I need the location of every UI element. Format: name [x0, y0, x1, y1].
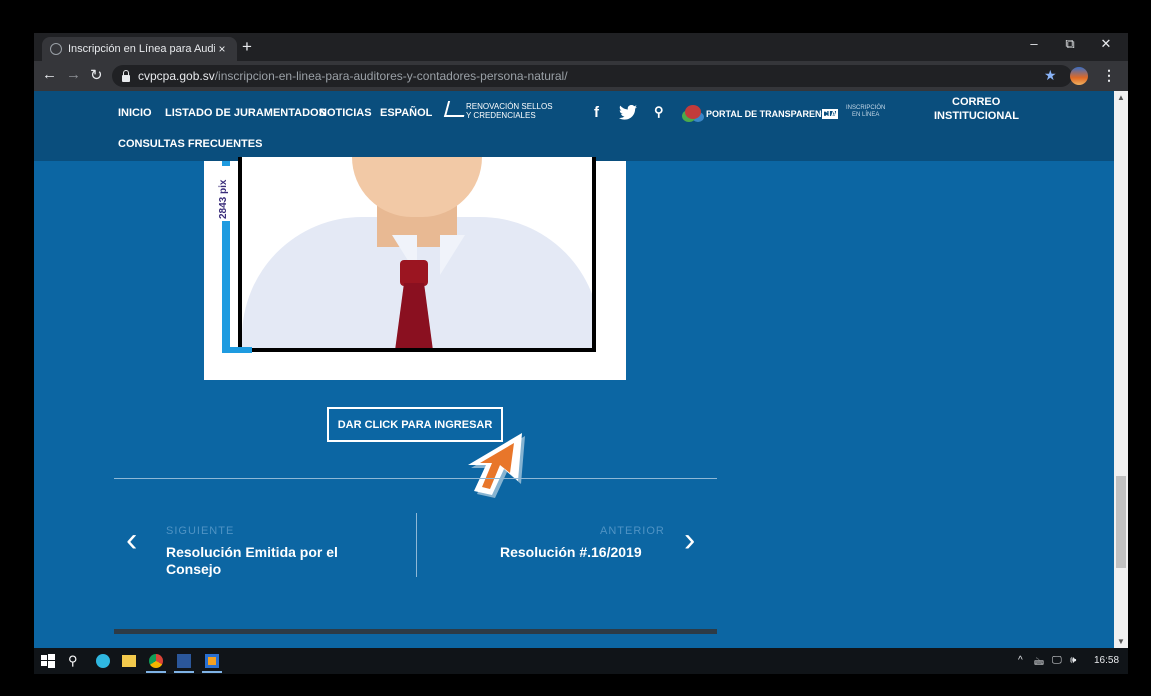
chrome-icon[interactable] [149, 654, 163, 668]
edge-icon[interactable] [96, 654, 110, 668]
nav-noticias[interactable]: NOTICIAS [319, 107, 372, 119]
tie-knot [400, 260, 428, 286]
photo-frame [238, 157, 596, 352]
browser-toolbar: ← → ↻ cvpcpa.gob.sv/inscripcion-en-linea… [34, 61, 1128, 91]
search-icon[interactable]: ⚲ [654, 104, 664, 120]
twitter-icon[interactable] [619, 105, 637, 120]
next-post-title[interactable]: Resolución Emitida por el Consejo [166, 544, 376, 578]
nav-inscripcion-line2[interactable]: EN LÍNEA [852, 112, 879, 119]
browser-tabstrip: Inscripción en Línea para Auditor × + – … [34, 33, 1128, 61]
url-path: /inscripcion-en-linea-para-auditores-y-c… [214, 69, 568, 83]
bookmark-star-icon[interactable]: ★ [1044, 67, 1057, 84]
collar-right [440, 235, 495, 275]
nav-renovacion-line2[interactable]: Y CREDENCIALES [466, 111, 536, 120]
nav-consultas[interactable]: CONSULTAS FRECUENTES [118, 138, 262, 150]
dimension-label: 2843 pix [218, 166, 234, 221]
pointer-arrow-icon [468, 433, 525, 498]
word-active-indicator [174, 671, 194, 673]
chrome-active-indicator [146, 671, 166, 673]
content-bottom-bar [114, 629, 717, 634]
nav-idioma[interactable]: ESPAÑOL [380, 107, 432, 119]
word-icon[interactable] [177, 654, 191, 668]
nav-inscripcion-line1[interactable]: INSCRIPCIÓN [846, 105, 885, 112]
address-bar[interactable]: cvpcpa.gob.sv/inscripcion-en-linea-para-… [112, 65, 1072, 87]
nav-renovacion-line1[interactable]: RENOVACIÓN SELLOS [466, 102, 553, 111]
clock-time[interactable]: 16:58 [1094, 655, 1119, 666]
volume-icon[interactable]: 🕪 [1070, 655, 1076, 666]
nav-correo-line2[interactable]: INSTITUCIONAL [934, 110, 1019, 122]
tab-favicon-icon [50, 43, 62, 55]
post-nav-divider [416, 513, 417, 577]
search-taskbar-icon[interactable]: ⚲ [68, 653, 84, 669]
forward-arrow-icon[interactable]: → [66, 66, 81, 83]
nav-juramentados[interactable]: LISTADO DE JURAMENTADOS [165, 107, 326, 119]
scroll-down-arrow-icon[interactable]: ▼ [1117, 637, 1125, 646]
transparencia-icon [685, 105, 701, 119]
reload-icon[interactable]: ↻ [90, 66, 103, 84]
tray-chevron-icon[interactable]: ^ [1018, 655, 1023, 666]
scroll-thumb[interactable] [1116, 476, 1126, 568]
prev-post-label: ANTERIOR [600, 525, 665, 537]
site-header: INICIO LISTADO DE JURAMENTADOS NOTICIAS … [34, 91, 1114, 161]
media-app-icon[interactable] [205, 654, 219, 668]
page-scrollbar[interactable]: ▲ ▼ [1114, 91, 1128, 648]
new-tab-button[interactable]: + [242, 37, 252, 57]
screen: Inscripción en Línea para Auditor × + – … [34, 33, 1128, 674]
chevron-right-icon[interactable]: › [684, 523, 695, 557]
close-window-button[interactable]: ✕ [1090, 36, 1122, 52]
network-icon[interactable]: 🖵 [1052, 655, 1062, 666]
chevron-left-icon[interactable]: ‹ [126, 523, 137, 557]
face-illustration [352, 157, 482, 217]
dimension-ruler-cap [222, 347, 252, 353]
prev-post-title[interactable]: Resolución #.16/2019 [500, 544, 642, 561]
renovacion-icon [443, 101, 469, 117]
back-arrow-icon[interactable]: ← [42, 66, 57, 83]
divider-line [114, 478, 717, 479]
photo-example-card: 2843 pix [204, 157, 626, 380]
url-host: cvpcpa.gob.sv [138, 69, 215, 83]
nav-inicio[interactable]: INICIO [118, 107, 152, 119]
scroll-up-arrow-icon[interactable]: ▲ [1117, 93, 1125, 102]
minimize-button[interactable]: – [1018, 36, 1050, 51]
next-post-label: SIGUIENTE [166, 525, 235, 537]
nav-transparencia[interactable]: PORTAL DE TRANSPARENCIA [706, 109, 837, 119]
browser-menu-icon[interactable]: ⋮ [1102, 67, 1116, 84]
nav-correo-line1[interactable]: CORREO [952, 96, 1000, 108]
restore-button[interactable]: ⧉ [1054, 36, 1086, 52]
windows-start-icon[interactable] [40, 653, 56, 669]
file-explorer-icon[interactable] [122, 655, 136, 667]
profile-avatar[interactable] [1070, 67, 1088, 85]
lock-icon [122, 69, 130, 82]
laptop-icon [822, 109, 838, 119]
facebook-icon[interactable]: f [594, 104, 599, 121]
media-active-indicator [202, 671, 222, 673]
keyboard-icon[interactable]: 🖮 [1034, 655, 1044, 672]
tab-title: Inscripción en Línea para Auditor [68, 43, 215, 55]
windows-taskbar: ⚲ ^ 🖮 🖵 🕪 16:58 [34, 648, 1128, 674]
tab-close-button[interactable]: × [215, 42, 229, 56]
browser-tab[interactable]: Inscripción en Línea para Auditor × [42, 37, 237, 61]
